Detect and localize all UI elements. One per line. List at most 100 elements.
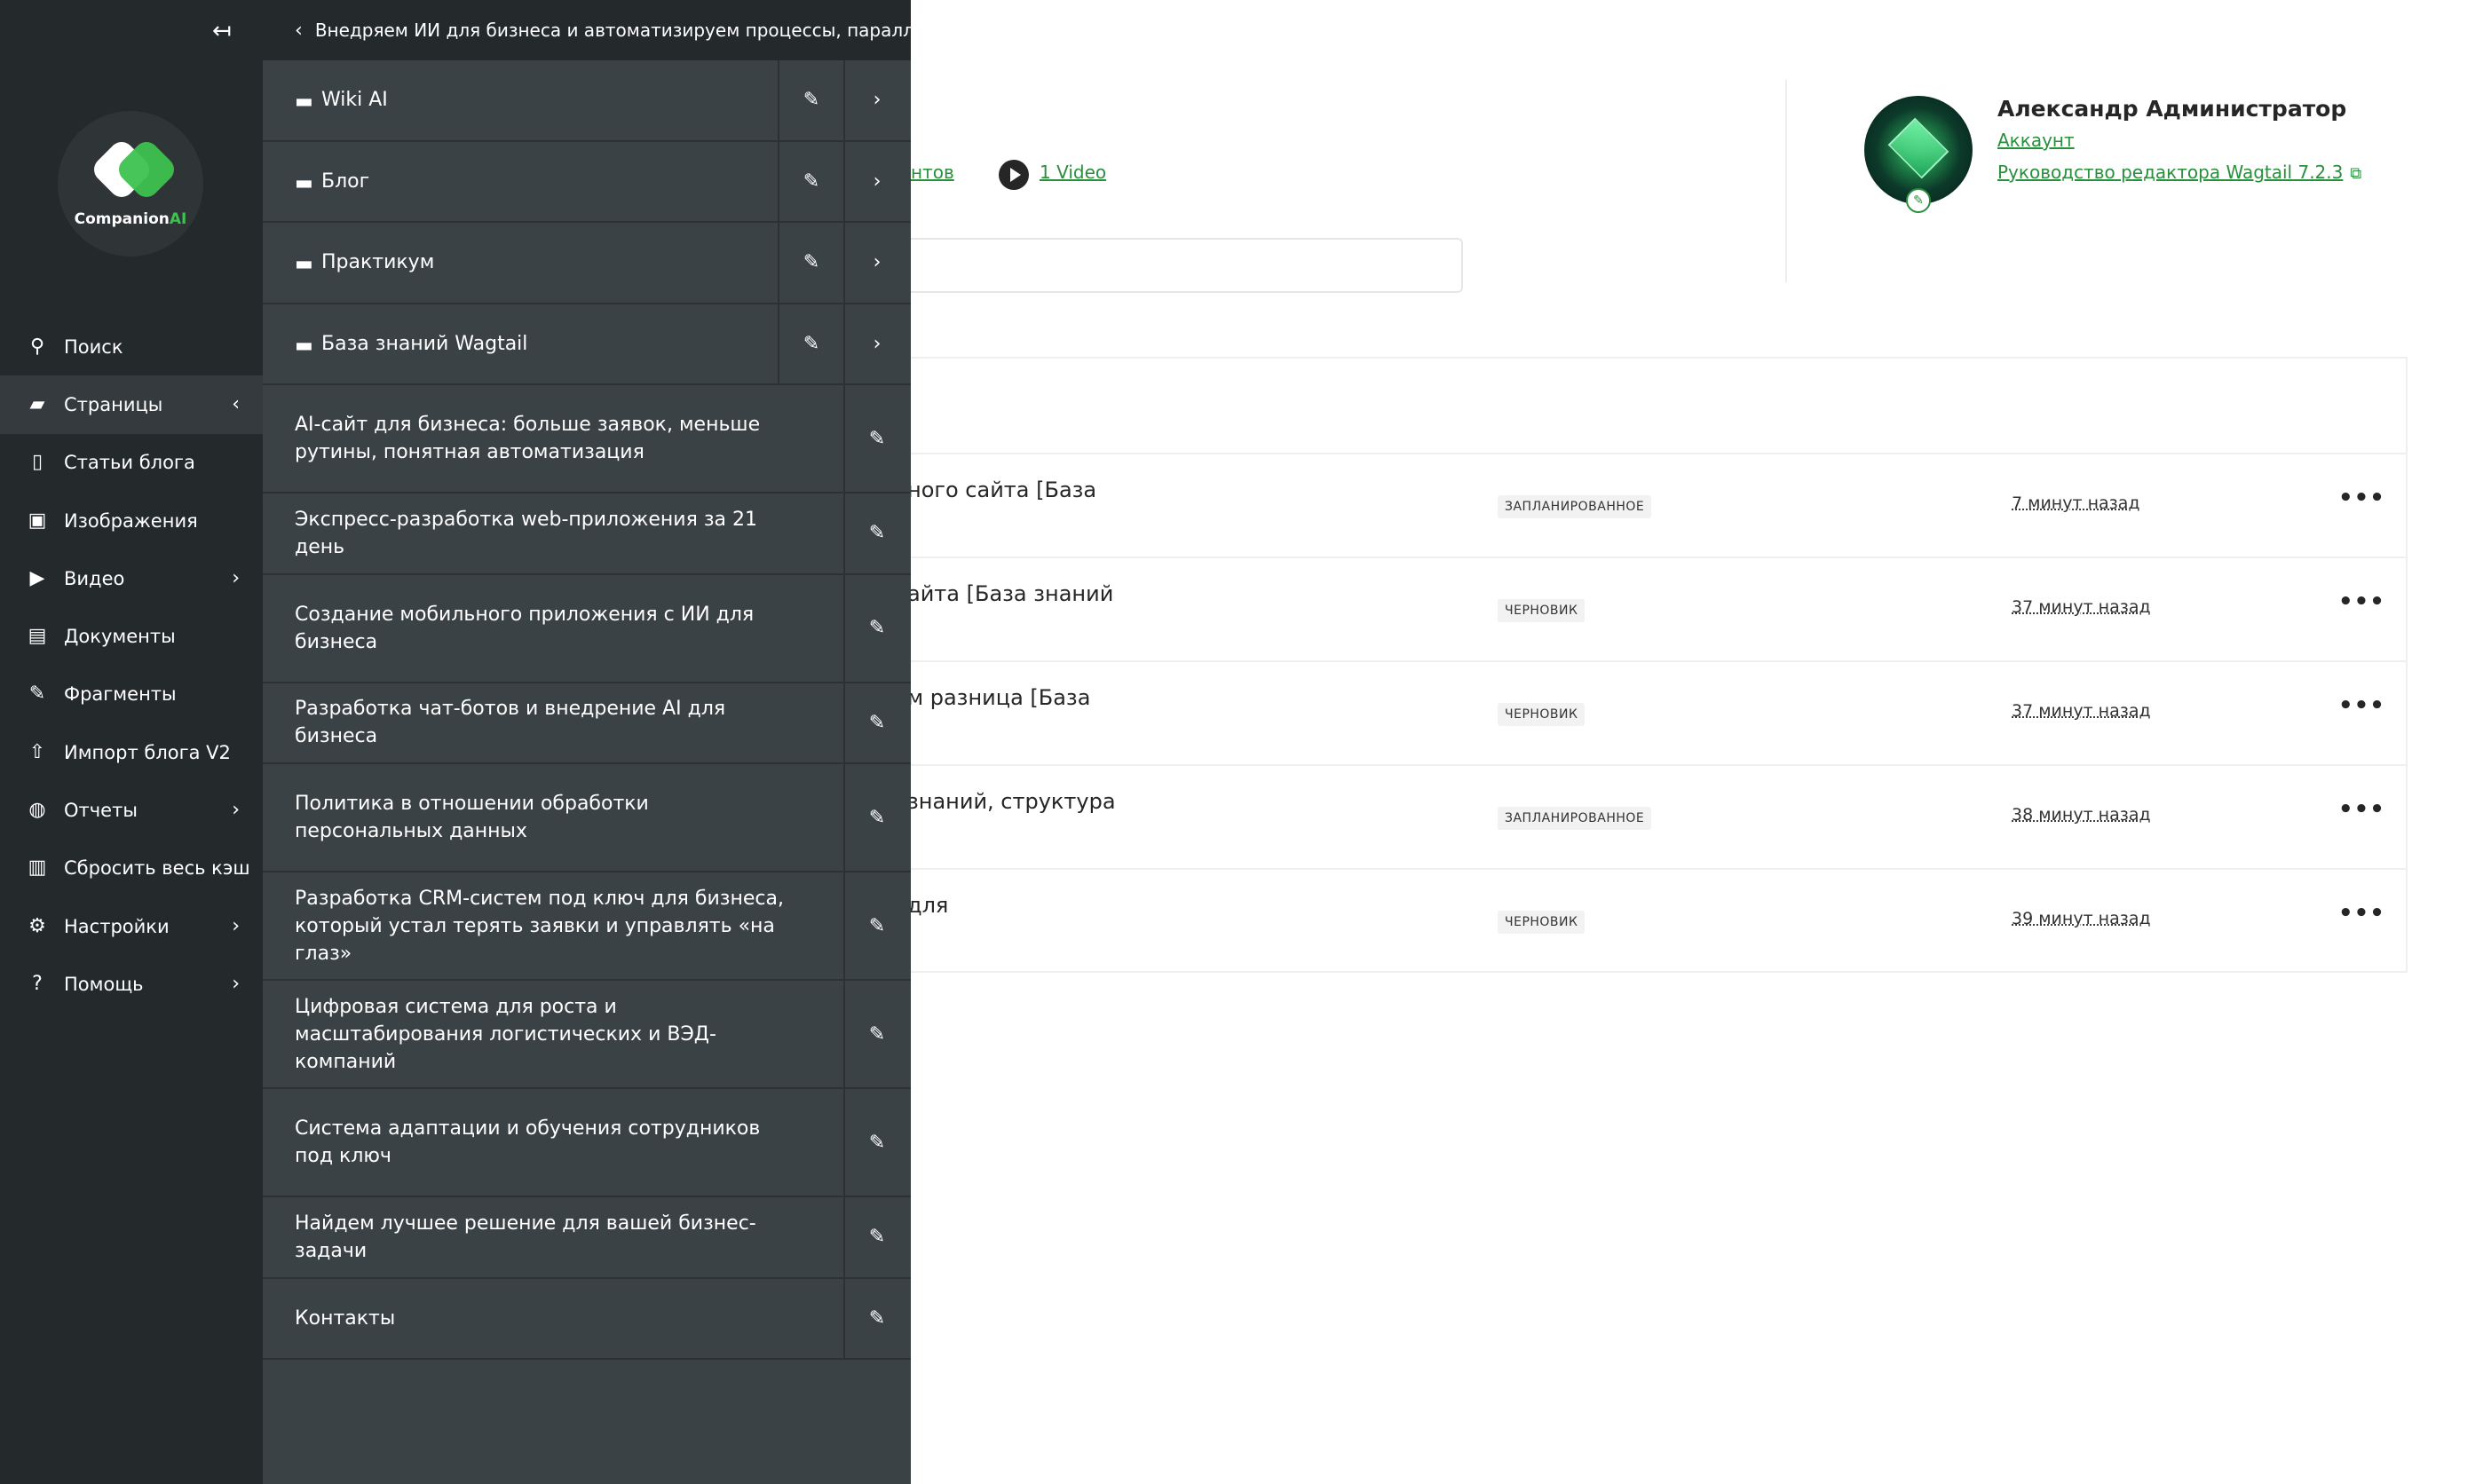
chevron-right-icon[interactable]: › bbox=[843, 223, 909, 303]
upload-icon: ⇧ bbox=[28, 740, 46, 763]
sidebar-item-reports[interactable]: ◍ Отчеты › bbox=[0, 781, 263, 839]
explorer-page-item[interactable]: Разработка CRM-систем под ключ для бизне… bbox=[263, 872, 911, 981]
sidebar-item-label: Импорт блога V2 bbox=[64, 741, 231, 763]
row-title[interactable]: знаний, структура bbox=[907, 789, 1116, 814]
explorer-page-item[interactable]: Разработка чат-ботов и внедрение AI для … bbox=[263, 683, 911, 764]
explorer-page-item[interactable]: Система адаптации и обучения сотрудников… bbox=[263, 1089, 911, 1197]
more-icon[interactable]: ••• bbox=[2338, 796, 2385, 823]
folder-label[interactable]: Wiki AI bbox=[321, 89, 388, 111]
edit-icon[interactable]: ✎ bbox=[778, 141, 843, 221]
sidebar-item-blog-articles[interactable]: ▯ Статьи блога bbox=[0, 434, 263, 492]
video-link[interactable]: 1 Video bbox=[1040, 162, 1106, 183]
page-label[interactable]: Контакты bbox=[263, 1305, 795, 1332]
explorer-folder-item[interactable]: ▬ Практикум ✎ › bbox=[263, 223, 911, 304]
sidebar-item-documents[interactable]: ▤ Документы bbox=[0, 607, 263, 665]
editor-guide-link[interactable]: Руководство редактора Wagtail 7.2.3 ⧉ bbox=[1997, 162, 2361, 183]
explorer-folder-item[interactable]: ▬ Блог ✎ › bbox=[263, 141, 911, 223]
more-icon[interactable]: ••• bbox=[2338, 900, 2385, 927]
explorer-page-item[interactable]: Политика в отношении обработки персональ… bbox=[263, 764, 911, 872]
sidebar-item-label: Отчеты bbox=[64, 800, 138, 822]
explorer-page-item[interactable]: Экспресс-разработка web-приложения за 21… bbox=[263, 493, 911, 575]
row-title[interactable]: айта [База знаний bbox=[907, 581, 1113, 606]
collapse-sidebar-icon[interactable]: ↤ bbox=[207, 16, 237, 46]
globe-icon: ◍ bbox=[28, 799, 46, 822]
row-title[interactable]: для bbox=[907, 893, 948, 918]
table-row[interactable]: ного сайта [База ЗАПЛАНИРОВАННОЕ 7 минут… bbox=[854, 454, 2406, 558]
explorer-page-item[interactable]: Контакты ✎ bbox=[263, 1278, 911, 1360]
search-icon: ⚲ bbox=[29, 335, 45, 358]
table-row[interactable]: знаний, структура ЗАПЛАНИРОВАННОЕ 38 мин… bbox=[854, 766, 2406, 870]
sidebar-item-help[interactable]: ? Помощь › bbox=[0, 955, 263, 1013]
back-icon[interactable]: ‹ bbox=[295, 20, 303, 42]
edit-icon[interactable]: ✎ bbox=[778, 60, 843, 140]
more-icon[interactable]: ••• bbox=[2338, 485, 2385, 511]
folder-label[interactable]: Блог bbox=[321, 170, 369, 193]
image-icon: ▣ bbox=[28, 509, 47, 532]
edit-icon[interactable]: ✎ bbox=[843, 385, 909, 492]
page-label[interactable]: Создание мобильного приложения с ИИ для … bbox=[263, 601, 795, 656]
edit-icon[interactable]: ✎ bbox=[843, 764, 909, 871]
explorer-page-item[interactable]: AI-сайт для бизнеса: больше заявок, мень… bbox=[263, 385, 911, 493]
table-row[interactable]: для ЧЕРНОВИК 39 минут назад ••• bbox=[854, 870, 2406, 974]
sidebar-item-pages[interactable]: ▰ Страницы ‹ bbox=[0, 375, 263, 434]
edit-icon[interactable]: ✎ bbox=[843, 1197, 909, 1277]
explorer-page-item[interactable]: Найдем лучшее решение для вашей бизнес-з… bbox=[263, 1197, 911, 1279]
account-link[interactable]: Аккаунт bbox=[1997, 130, 2075, 151]
more-icon[interactable]: ••• bbox=[2338, 588, 2385, 615]
sidebar-item-label: Помощь bbox=[64, 973, 144, 995]
chevron-right-icon: › bbox=[232, 914, 240, 937]
sidebar-item-snippets[interactable]: ✎ Фрагменты bbox=[0, 666, 263, 723]
page-label[interactable]: Экспресс-разработка web-приложения за 21… bbox=[263, 506, 795, 561]
doc-icon: ▤ bbox=[28, 625, 47, 648]
more-icon[interactable]: ••• bbox=[2338, 692, 2385, 719]
folder-label[interactable]: Практикум bbox=[321, 251, 434, 273]
explorer-parent-title[interactable]: Внедряем ИИ для бизнеса и автоматизируем… bbox=[315, 20, 911, 41]
chevron-right-icon[interactable]: › bbox=[843, 60, 909, 140]
explorer-page-item[interactable]: Создание мобильного приложения с ИИ для … bbox=[263, 574, 911, 683]
logo-text-accent: AI bbox=[169, 210, 187, 228]
table-row[interactable]: айта [База знаний ЧЕРНОВИК 37 минут наза… bbox=[854, 558, 2406, 662]
explorer-folder-item[interactable]: ▬ Wiki AI ✎ › bbox=[263, 60, 911, 142]
edit-icon[interactable]: ✎ bbox=[843, 981, 909, 1087]
edit-icon[interactable]: ✎ bbox=[843, 1089, 909, 1196]
sidebar-item-blog-import[interactable]: ⇧ Импорт блога V2 bbox=[0, 723, 263, 781]
edit-avatar-icon[interactable]: ✎ bbox=[1906, 188, 1931, 213]
folder-label[interactable]: База знаний Wagtail bbox=[321, 333, 527, 355]
logo[interactable]: CompanionAI bbox=[58, 111, 203, 257]
search-input[interactable] bbox=[888, 238, 1463, 293]
explorer-page-item[interactable]: Цифровая система для роста и масштабиров… bbox=[263, 981, 911, 1089]
edit-icon[interactable]: ✎ bbox=[843, 1278, 909, 1358]
explorer-header[interactable]: ‹ Внедряем ИИ для бизнеса и автоматизиру… bbox=[263, 0, 911, 60]
chevron-right-icon[interactable]: › bbox=[843, 304, 909, 383]
row-title[interactable]: м разница [База bbox=[907, 685, 1090, 710]
edit-icon[interactable]: ✎ bbox=[843, 493, 909, 573]
page-label[interactable]: Система адаптации и обучения сотрудников… bbox=[263, 1115, 795, 1170]
chevron-right-icon[interactable]: › bbox=[843, 141, 909, 221]
page-label[interactable]: Политика в отношении обработки персональ… bbox=[263, 790, 795, 845]
sidebar-item-search[interactable]: ⚲ Поиск bbox=[0, 318, 263, 375]
row-title[interactable]: ного сайта [База bbox=[907, 478, 1096, 502]
edit-icon[interactable]: ✎ bbox=[843, 574, 909, 682]
edit-icon[interactable]: ✎ bbox=[843, 872, 909, 979]
edit-icon[interactable]: ✎ bbox=[778, 223, 843, 303]
table-row[interactable]: м разница [База ЧЕРНОВИК 37 минут назад … bbox=[854, 662, 2406, 766]
page-label[interactable]: Разработка CRM-систем под ключ для бизне… bbox=[263, 885, 795, 967]
page-label[interactable]: Разработка чат-ботов и внедрение AI для … bbox=[263, 695, 795, 750]
divider bbox=[1785, 80, 1787, 282]
folder-icon: ▬ bbox=[295, 171, 313, 194]
edit-icon[interactable]: ✎ bbox=[843, 683, 909, 762]
edit-icon[interactable]: ✎ bbox=[778, 304, 843, 383]
trash-icon: ▥ bbox=[28, 856, 47, 880]
page-label[interactable]: AI-сайт для бизнеса: больше заявок, мень… bbox=[263, 411, 795, 466]
sidebar-item-label: Фрагменты bbox=[64, 683, 177, 706]
sidebar-item-settings[interactable]: ⚙ Настройки › bbox=[0, 897, 263, 955]
page-label[interactable]: Найдем лучшее решение для вашей бизнес-з… bbox=[263, 1210, 795, 1265]
sidebar-item-clear-cache[interactable]: ▥ Сбросить весь кэш bbox=[0, 840, 263, 897]
page-label[interactable]: Цифровая система для роста и масштабиров… bbox=[263, 993, 795, 1076]
sidebar-item-video[interactable]: ▶ Видео › bbox=[0, 549, 263, 607]
row-time: 37 минут назад bbox=[2012, 597, 2151, 617]
documents-link[interactable]: нтов bbox=[911, 162, 954, 183]
row-time: 39 минут назад bbox=[2012, 909, 2151, 928]
sidebar-item-images[interactable]: ▣ Изображения bbox=[0, 492, 263, 549]
explorer-folder-item[interactable]: ▬ База знаний Wagtail ✎ › bbox=[263, 304, 911, 385]
